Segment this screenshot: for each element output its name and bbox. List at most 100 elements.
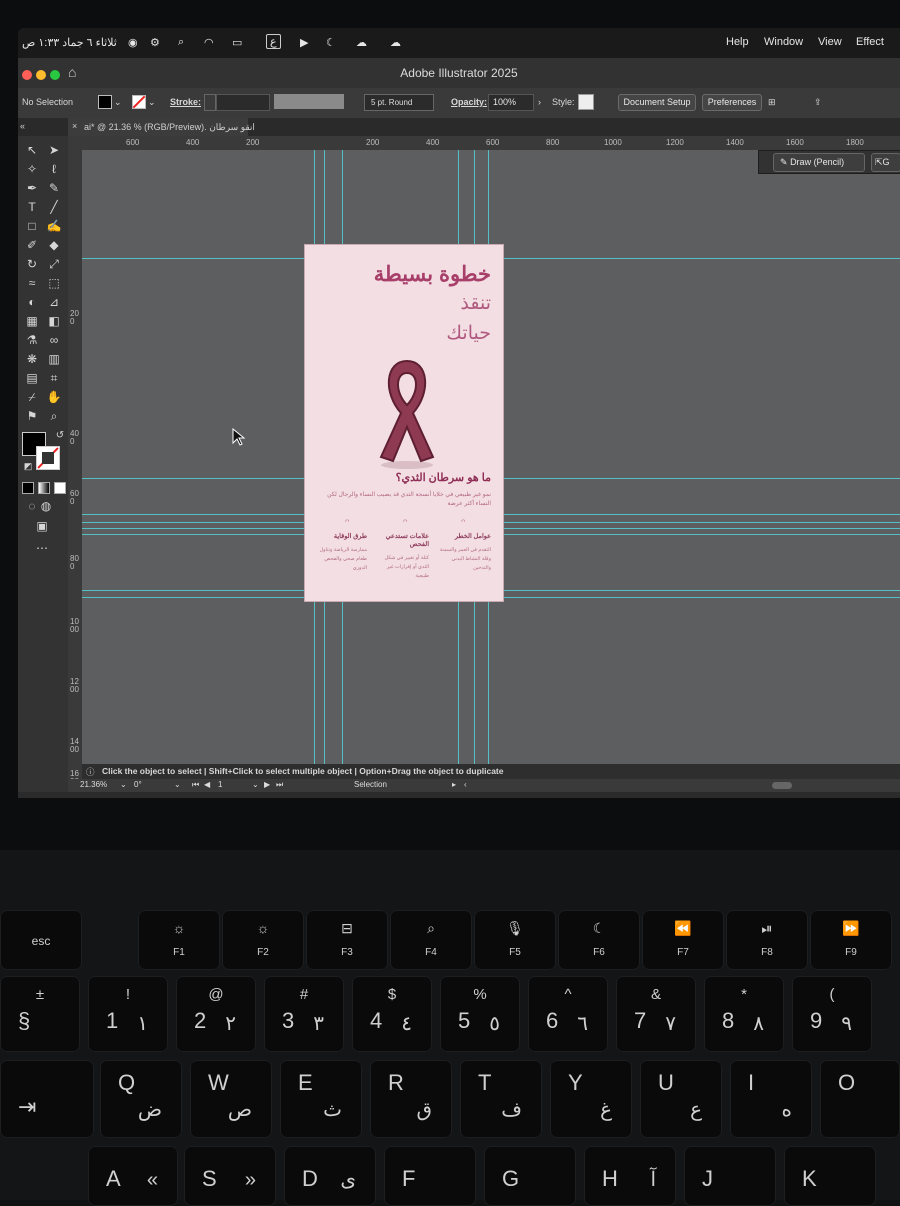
paintbrush-tool-icon[interactable]: ✍ (44, 218, 64, 234)
key-3[interactable]: # 3 ٣ (264, 976, 344, 1052)
artboard-chevron-icon[interactable]: ⌄ (252, 780, 259, 789)
direct-selection-tool-icon[interactable]: ➤ (44, 142, 64, 158)
menu-help[interactable]: Help (726, 36, 749, 48)
type-tool-icon[interactable]: T (22, 199, 42, 215)
key-8[interactable]: * 8 ٨ (704, 976, 784, 1052)
horizontal-scrollbar[interactable] (772, 782, 792, 789)
key-i[interactable]: I ه (730, 1060, 812, 1138)
hand-tool-icon[interactable]: ✋ (44, 389, 64, 405)
key-f[interactable]: F (384, 1146, 476, 1206)
poster-headline[interactable]: خطوة بسيطة (313, 263, 491, 287)
key-5[interactable]: % 5 ٥ (440, 976, 520, 1052)
generate-button[interactable]: ⇱G (871, 153, 900, 172)
rotation-chevron-icon[interactable]: ⌄ (174, 780, 181, 789)
perspective-grid-tool-icon[interactable]: ⊿ (44, 294, 64, 310)
eraser-tool-icon[interactable]: ◆ (44, 237, 64, 253)
key-f2[interactable]: ☼ F2 (222, 910, 304, 970)
siri-icon[interactable]: ◉ (128, 36, 138, 49)
menubar-clock[interactable]: ثلاثاء ٦ جماد ١:٣٣ ص (22, 36, 117, 49)
eyedropper-tool-icon[interactable]: ⚗ (22, 332, 42, 348)
poster-question[interactable]: ما هو سرطان الثدي؟ (313, 471, 491, 484)
key-h[interactable]: H آ (584, 1146, 676, 1206)
canvas[interactable]: خطوة بسيطة تنقذ حياتك ما هو سرطان الثدي؟… (82, 150, 900, 792)
cloud-icon[interactable]: ☁ (390, 36, 401, 49)
previous-artboard-icon[interactable]: ◀ (204, 780, 210, 789)
control-center-icon[interactable]: ⚙ (150, 36, 160, 49)
pen-tool-icon[interactable]: ✒ (22, 180, 42, 196)
draw-behind-icon[interactable]: ◍ (36, 498, 56, 514)
poster-column[interactable]: عوامل الخطر التقدم في العمر والسمنة وقلة… (435, 533, 491, 573)
puppet-warp-tool-icon[interactable]: ⚑ (22, 408, 42, 424)
key-s[interactable]: S » (184, 1146, 276, 1206)
poster-column[interactable]: علامات تستدعي الفحص كتلة أو تغيير في شكل… (373, 533, 429, 581)
last-artboard-icon[interactable]: ⏭ (276, 780, 283, 790)
artboard-tool-icon[interactable]: ⌗ (44, 370, 64, 386)
poster-column[interactable]: طرق الوقاية ممارسة الرياضة وتناول طعام ص… (311, 533, 367, 573)
share-icon[interactable]: ⇪ (814, 97, 822, 108)
creative-cloud-icon[interactable]: ☁ (356, 36, 367, 49)
wifi-icon[interactable]: ◠ (204, 36, 214, 49)
mesh-tool-icon[interactable]: ▦ (22, 313, 42, 329)
fill-dropdown-chevron-icon[interactable]: ⌄ (114, 97, 122, 108)
change-screen-mode-icon[interactable]: ▣ (32, 518, 52, 534)
help-icon[interactable]: ⓘ (86, 766, 95, 778)
search-icon[interactable]: ⌕ (178, 36, 184, 49)
zoom-tool-icon[interactable]: ⌕ (44, 408, 64, 424)
menu-view[interactable]: View (818, 36, 842, 48)
key-f1[interactable]: ☼ F1 (138, 910, 220, 970)
fill-swatch[interactable] (98, 95, 112, 109)
next-artboard-icon[interactable]: ▶ (264, 780, 270, 789)
artboard-number[interactable]: 1 (218, 780, 222, 789)
rectangle-tool-icon[interactable]: □ (22, 218, 42, 234)
key-4[interactable]: $ 4 ٤ (352, 976, 432, 1052)
key-7[interactable]: & 7 ٧ (616, 976, 696, 1052)
bar-chart-tool-icon[interactable]: ▤ (22, 370, 42, 386)
key-q[interactable]: Q ض (100, 1060, 182, 1138)
key-tab[interactable]: ⇥ (0, 1060, 94, 1138)
symbol-sprayer-tool-icon[interactable]: ❋ (22, 351, 42, 367)
arrange-documents-icon[interactable]: ⊞ (768, 97, 776, 108)
key-f8[interactable]: ⏯ F8 (726, 910, 808, 970)
document-tab[interactable]: × انقو سرطان .ai* @ 21.36 % (RGB/Preview… (68, 118, 255, 136)
line-tool-icon[interactable]: ╱ (44, 199, 64, 215)
stroke-label[interactable]: Stroke: (170, 97, 201, 107)
key-9[interactable]: ( 9 ٩ (792, 976, 872, 1052)
key-t[interactable]: T ف (460, 1060, 542, 1138)
poster-paragraph[interactable]: نمو غير طبيعي في خلايا أنسجة الثدي قد يص… (315, 491, 491, 509)
magic-wand-tool-icon[interactable]: ✧ (22, 161, 42, 177)
key-f5[interactable]: 🎙 F5 (474, 910, 556, 970)
status-back-icon[interactable]: ‹ (464, 780, 467, 789)
stroke-weight-input[interactable] (216, 94, 270, 111)
zoom-chevron-icon[interactable]: ⌄ (120, 780, 127, 789)
stroke-swatch[interactable] (132, 95, 146, 109)
document-setup-button[interactable]: Document Setup (618, 94, 696, 111)
status-mode[interactable]: Selection (354, 780, 387, 789)
menu-window[interactable]: Window (764, 36, 803, 48)
stroke-weight-stepper[interactable] (204, 94, 216, 111)
zoom-level[interactable]: 21.36% (80, 780, 107, 789)
rotation-value[interactable]: 0° (134, 780, 142, 789)
key-w[interactable]: W ص (190, 1060, 272, 1138)
menu-effect[interactable]: Effect (856, 36, 884, 48)
blend-tool-icon[interactable]: ∞ (44, 332, 64, 348)
slice-tool-icon[interactable]: ⌿ (22, 389, 42, 405)
poster-subheadline[interactable]: تنقذ حياتك (313, 289, 491, 349)
key-y[interactable]: Y غ (550, 1060, 632, 1138)
key-j[interactable]: J (684, 1146, 776, 1206)
vertical-ruler[interactable]: 200 400 600 800 1000 1200 1400 1600 (68, 150, 83, 792)
key-k[interactable]: K (784, 1146, 876, 1206)
edit-toolbar-icon[interactable]: ⋯ (32, 540, 52, 556)
key-o[interactable]: O (820, 1060, 900, 1138)
default-colors-icon[interactable]: ◩ (18, 458, 38, 474)
gradient-tool-icon[interactable]: ◧ (44, 313, 64, 329)
gradient-mode-icon[interactable] (38, 482, 50, 494)
preferences-button[interactable]: Preferences (702, 94, 762, 111)
key-1[interactable]: ! 1 ١ (88, 976, 168, 1052)
stroke-color-box[interactable] (36, 446, 60, 470)
key-2[interactable]: @ 2 ٢ (176, 976, 256, 1052)
key-f3[interactable]: ⊟ F3 (306, 910, 388, 970)
brush-definition-select[interactable]: 5 pt. Round (364, 94, 434, 111)
column-graph-tool-icon[interactable]: ▥ (44, 351, 64, 367)
curvature-tool-icon[interactable]: ✎ (44, 180, 64, 196)
pink-ribbon-image[interactable] (367, 353, 447, 473)
